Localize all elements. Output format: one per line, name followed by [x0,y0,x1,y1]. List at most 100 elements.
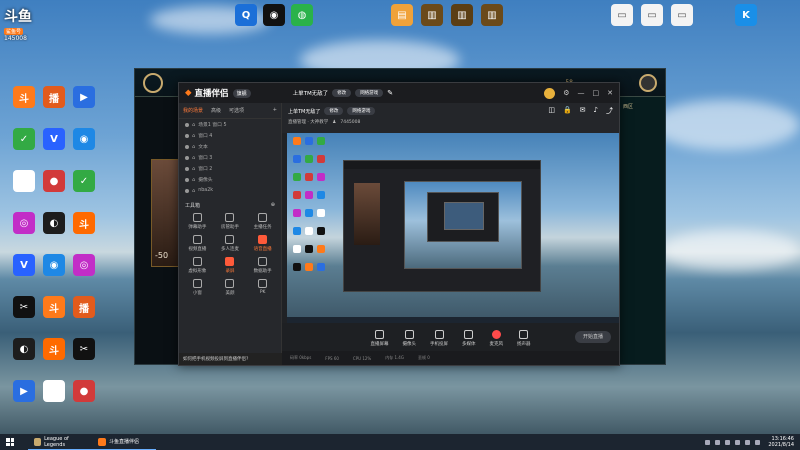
desktop-icon-wechat[interactable]: ◍ [282,4,322,26]
source-item[interactable]: ⌂ nba2k [179,185,281,196]
maximize-icon[interactable]: □ [593,89,600,97]
gift-icon[interactable]: ◫ [548,106,555,116]
control-button[interactable]: 摄像头 [403,329,416,347]
tool-button[interactable]: 录屏 [214,257,247,274]
source-item[interactable]: ⌂ 窗口 2 [179,163,281,174]
tip-notice[interactable]: 如何把手机视频投屏到直播伴侣? [179,353,282,365]
scene-tab[interactable]: 高级 [211,107,221,114]
source-item[interactable]: ⌂ 窗口 4 [179,130,281,141]
visibility-eye-icon[interactable] [185,188,189,193]
edit-icon[interactable]: ✎ [387,89,393,97]
app-icon: ● [43,170,65,192]
source-item[interactable]: ⌂ 摄像头 [179,174,281,185]
desktop-icon[interactable]: ✂ [64,338,104,360]
desktop-icon[interactable]: 斗 [64,212,104,234]
user-avatar[interactable] [544,87,556,99]
lock-icon[interactable]: ⌂ [192,133,195,139]
lock-icon[interactable]: ⌂ [192,188,195,194]
tool-icon [258,213,268,222]
desktop-icon[interactable]: ✓ [64,170,104,192]
source-label: 窗口 4 [198,134,213,139]
source-item[interactable]: ⌂ 窗口 3 [179,152,281,163]
source-item[interactable]: ⌂ 文本 [179,141,281,152]
visibility-eye-icon[interactable] [185,133,189,138]
scene-tab[interactable]: 可选项 [229,107,244,114]
bell-icon[interactable]: ♪ [594,106,598,116]
control-button[interactable]: 手机投屏 [430,329,448,347]
desktop-icon[interactable]: 播 [64,296,104,318]
scene-panel: 我的场景 高级 可选项 + ⌂ 场景1 窗口 5 ⌂ 窗口 4 ⌂ 文本 ⌂ 窗口 3 ⌂ 窗口 2 ⌂ 摄… [179,103,282,365]
tool-label: 房管助手 [220,225,239,230]
lock-icon[interactable]: ⌂ [192,144,195,150]
share-icon[interactable]: ⤴ [606,106,613,116]
lock-icon[interactable]: ⌂ [192,122,195,128]
visibility-eye-icon[interactable] [185,144,189,149]
tool-button[interactable]: 视频直播 [181,235,214,252]
app-icon: V [13,254,35,276]
tray-icon[interactable] [705,439,711,445]
tool-button[interactable]: 主播任务 [246,213,279,230]
control-icon [404,329,414,339]
scene-tab[interactable]: 我的场景 [183,107,203,114]
visibility-eye-icon[interactable] [185,166,189,171]
tray-icon[interactable] [745,439,751,445]
preview-desktop-icon [293,227,301,235]
edit-title-button[interactable]: 修改 [332,89,352,97]
tool-button[interactable]: 弹幕助手 [181,213,214,230]
desktop-icon-book[interactable]: ▥ [472,4,512,26]
lock-icon[interactable]: ⌂ [192,155,195,161]
minimize-icon[interactable]: — [578,89,585,97]
stream-preview[interactable] [287,133,619,323]
source-item[interactable]: ⌂ 场景1 窗口 5 [179,119,281,130]
start-button[interactable] [0,434,20,450]
taskbar-app[interactable]: 斗鱼直播伴侣 [92,434,156,450]
desktop-icon[interactable]: ◎ [64,254,104,276]
tool-button[interactable]: 美颜 [214,279,247,296]
lock-icon[interactable]: ⌂ [192,177,195,183]
mail-icon[interactable]: ✉ [580,106,586,116]
taskbar-app[interactable]: League of Legends [28,434,92,450]
douyu-live-companion-window[interactable]: ◆ 直播伴侣 旗舰 上单TM无敌了 修改 网络游戏 ✎ ⚙ — □ ✕ 我的场景 高… [178,82,620,366]
control-button[interactable]: 扬声器 [517,329,531,347]
app-icon [13,170,35,192]
settings-icon[interactable]: ⚙ [563,89,569,97]
add-scene-icon[interactable]: + [273,107,277,114]
control-button[interactable]: 多媒体 [462,329,476,347]
douyu-desktop-logo[interactable]: 斗鱼 鲨鱼号 145008 [4,6,50,42]
taskbar-clock[interactable]: 13:16:46 2021/8/14 [768,436,800,448]
lock-icon[interactable]: ⌂ [192,166,195,172]
lock-icon[interactable]: 🔒 [563,106,572,116]
visibility-eye-icon[interactable] [185,177,189,182]
desktop-icon[interactable]: ◉ [64,128,104,150]
visibility-eye-icon[interactable] [185,155,189,160]
close-icon[interactable]: ✕ [607,89,613,97]
nested-titlebar [344,161,540,169]
tool-button[interactable]: 小窗 [181,279,214,296]
toolbox-more-icon[interactable]: ⊕ [271,202,275,209]
wechat-icon: ◍ [291,4,313,26]
category-pill[interactable]: 网络游戏 [355,89,384,97]
tool-button[interactable]: PK [246,279,279,296]
control-button[interactable]: 麦克风 [490,329,503,347]
category-button[interactable]: 网络游戏 [347,107,376,115]
control-button[interactable]: 直播屏幕 [371,329,389,347]
edit-button[interactable]: 修改 [324,107,344,115]
visibility-eye-icon[interactable] [185,122,189,127]
tray-icon[interactable] [725,439,731,445]
tray-icon[interactable] [755,439,761,445]
desktop-icon-kugou[interactable]: K [726,4,766,26]
tool-button[interactable]: 房管助手 [214,213,247,230]
desktop-icon[interactable]: ▶ [64,86,104,108]
windows-taskbar: League of Legends 斗鱼直播伴侣 13:16:46 2021/8/… [0,434,800,450]
summoner-avatar[interactable] [639,73,657,92]
desktop-icon-doc[interactable]: ▭ [662,4,702,26]
start-live-button[interactable]: 开始直播 [574,331,611,343]
tool-button[interactable]: 语音直播 [246,235,279,252]
tray-icon[interactable] [715,439,721,445]
tool-button[interactable]: 数据助手 [246,257,279,274]
desktop-icon[interactable]: ● [64,380,104,402]
tool-label: 虚拟形象 [188,269,207,274]
tray-icon[interactable] [735,439,741,445]
tool-button[interactable]: 虚拟形象 [181,257,214,274]
tool-button[interactable]: 多人连麦 [214,235,247,252]
